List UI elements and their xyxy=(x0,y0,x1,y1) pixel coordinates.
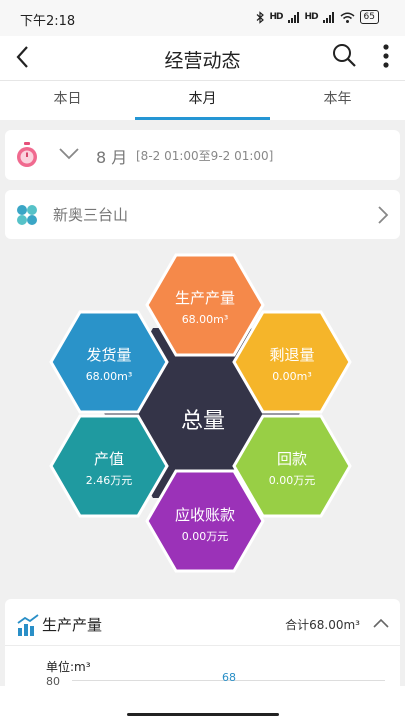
tile-name: 应收账款 xyxy=(174,506,235,524)
bar-chart-icon xyxy=(17,614,39,636)
unit-label: 单位:m³ xyxy=(46,660,91,674)
date-filter-card[interactable]: 8 月 [8-2 01:00至9-2 01:00] xyxy=(5,130,400,180)
divider xyxy=(5,645,400,646)
battery-icon: 65 xyxy=(359,10,379,24)
tile-value: 2.46万元 xyxy=(85,474,133,487)
more-vertical-icon[interactable] xyxy=(381,42,391,70)
status-icons: HD HD 65 xyxy=(256,10,379,24)
site-selector[interactable]: 新奥三台山 xyxy=(5,190,400,239)
tile-output-value: 产值 2.46万元 xyxy=(54,449,164,489)
chevron-down-icon[interactable] xyxy=(57,144,81,164)
tile-payment: 回款 0.00万元 xyxy=(237,449,347,489)
tile-value: 0.00万元 xyxy=(181,530,229,543)
tile-name: 发货量 xyxy=(86,346,132,364)
signal-icon-2: HD xyxy=(304,12,319,22)
tile-return: 剩退量 0.00m³ xyxy=(237,345,347,385)
chart-total: 合计68.00m³ xyxy=(285,618,360,632)
home-indicator[interactable] xyxy=(127,713,279,716)
status-time: 下午2:18 xyxy=(20,14,76,29)
tile-receivable: 应收账款 0.00万元 xyxy=(150,505,260,545)
tab-year[interactable]: 本年 xyxy=(270,81,405,120)
period-tabs: 本日 本月 本年 xyxy=(0,80,405,120)
chevron-right-icon[interactable] xyxy=(376,204,390,226)
stopwatch-icon xyxy=(17,142,37,167)
tile-value: 0.00m³ xyxy=(272,370,312,383)
bar-data-label: 68 xyxy=(222,671,236,684)
app-bar: 经营动态 xyxy=(0,36,405,80)
total-label: 总量 xyxy=(180,409,225,434)
tile-shipment: 发货量 68.00m³ xyxy=(54,345,164,385)
tile-name: 生产产量 xyxy=(174,289,235,307)
tile-production: 生产产量 68.00m³ xyxy=(150,288,260,328)
tile-name: 回款 xyxy=(276,450,307,468)
signal-bars-icon xyxy=(287,11,299,23)
date-range-label: [8-2 01:00至9-2 01:00] xyxy=(136,149,274,163)
tile-name: 产值 xyxy=(93,450,124,468)
site-name: 新奥三台山 xyxy=(53,206,129,224)
month-label: 8 月 xyxy=(96,148,128,167)
flower-icon xyxy=(17,205,37,225)
search-icon[interactable] xyxy=(331,42,357,68)
tile-name: 剩退量 xyxy=(269,346,315,364)
tile-value: 68.00m³ xyxy=(85,370,133,383)
chevron-up-icon[interactable] xyxy=(372,617,390,629)
signal-bars-icon xyxy=(322,11,334,23)
bluetooth-icon xyxy=(256,10,264,24)
tile-value: 0.00万元 xyxy=(268,474,316,487)
tile-value: 68.00m³ xyxy=(181,313,229,326)
tab-day[interactable]: 本日 xyxy=(0,81,135,120)
wifi-icon xyxy=(340,12,355,23)
tab-month[interactable]: 本月 xyxy=(135,81,270,120)
signal-icon-1: HD xyxy=(269,12,284,22)
status-bar: 下午2:18 HD HD 65 xyxy=(0,0,405,36)
chart-title: 生产产量 xyxy=(42,616,103,634)
